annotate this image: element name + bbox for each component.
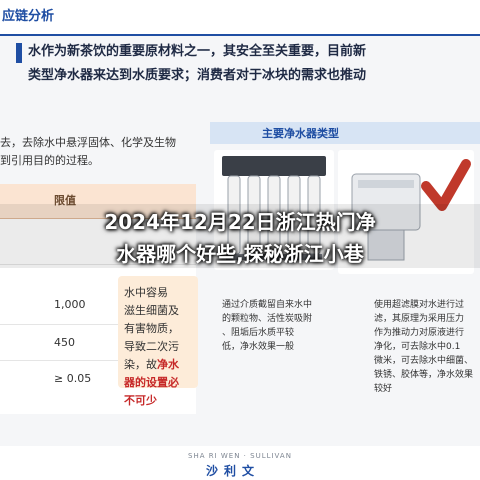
table-cell-value-2: 450 — [54, 336, 75, 349]
risk-line-5: 染，故净水 — [124, 356, 194, 374]
overlay-line-1: 2024年12月22日浙江热门净 — [104, 210, 376, 234]
types-panel-header — [210, 122, 480, 144]
table-cell-value-1: 1,000 — [54, 298, 86, 311]
product-2-desc-line-6: 铁锈、胶体等，净水效果 — [374, 370, 474, 380]
product-1-desc-line-2: 的颗粒物、活性炭吸附 — [222, 314, 313, 324]
product-2-desc-line-1: 使用超滤膜对水进行过 — [374, 300, 465, 310]
product-2-desc-line-7: 较好 — [374, 384, 393, 394]
headline-line-2: 类型净水器来达到水质要求；消费者对于冰块的需求也推动 — [28, 68, 367, 83]
headline: 水作为新茶饮的重要原材料之一，其安全至关重要，目前新 类型净水器来达到水质要求；… — [28, 40, 476, 88]
headline-line-1: 水作为新茶饮的重要原材料之一，其安全至关重要，目前新 — [28, 44, 367, 59]
slide: 应链分析 水作为新茶饮的重要原材料之一，其安全至关重要，目前新 类型净水器来达到… — [0, 0, 480, 480]
risk-note: 水中容易 滋生细菌及 有害物质， 导致二次污 染，故净水 器的设置必 不可少 — [124, 284, 194, 410]
overlay-line-2: 水器哪个好些,探秘浙江小巷 — [116, 242, 364, 266]
product-2-desc-line-4: 净化，可去除水中0.1 — [374, 342, 461, 352]
risk-line-2: 滋生细菌及 — [124, 304, 179, 317]
risk-highlight-inline: 净水 — [157, 358, 179, 371]
risk-line-4: 导致二次污 — [124, 340, 179, 353]
top-divider — [0, 34, 480, 36]
product-1-desc-line-1: 通过介质截留自来水中 — [222, 300, 313, 310]
product-1-desc-line-3: 、阻垢后水质平较 — [222, 328, 295, 338]
product-2-desc-line-2: 滤，其原理为采用压力 — [374, 314, 465, 324]
product-2-desc-line-5: 微米，可去除水中细菌、 — [374, 356, 474, 366]
risk-line-3: 有害物质， — [124, 322, 179, 335]
brand-subtitle: SHA RI WEN · SULLIVAN — [188, 452, 292, 460]
product-desc-2: 使用超滤膜对水进行过 滤，其原理为采用压力 作为推动力对原液进行 净化，可去除水… — [374, 298, 480, 396]
risk-line-1: 水中容易 — [124, 286, 168, 299]
intro-text: 去，去除水中悬浮固体、化学及生物 到引用目的的过程。 — [0, 134, 200, 170]
intro-line-1: 去，去除水中悬浮固体、化学及生物 — [0, 136, 176, 149]
product-2-desc-line-3: 作为推动力对原液进行 — [374, 328, 465, 338]
product-desc-1: 通过介质截留自来水中 的颗粒物、活性炭吸附 、阻垢后水质平较 低，净水效果一般 — [222, 298, 338, 354]
table-cell-value-3: ≥ 0.05 — [54, 372, 92, 385]
top-bar: 应链分析 — [0, 0, 480, 34]
brand-name: 沙利文 — [206, 464, 261, 478]
risk-highlight-line-2: 不可少 — [124, 394, 157, 407]
headline-marker — [16, 43, 22, 63]
types-panel-title: 主要净水器类型 — [262, 127, 339, 140]
risk-highlight-line-1: 器的设置必 — [124, 376, 179, 389]
intro-line-2: 到引用目的的过程。 — [0, 154, 99, 167]
top-title: 应链分析 — [2, 9, 55, 24]
risk-line-5-text: 染，故 — [124, 358, 157, 371]
product-1-desc-line-4: 低，净水效果一般 — [222, 342, 295, 352]
